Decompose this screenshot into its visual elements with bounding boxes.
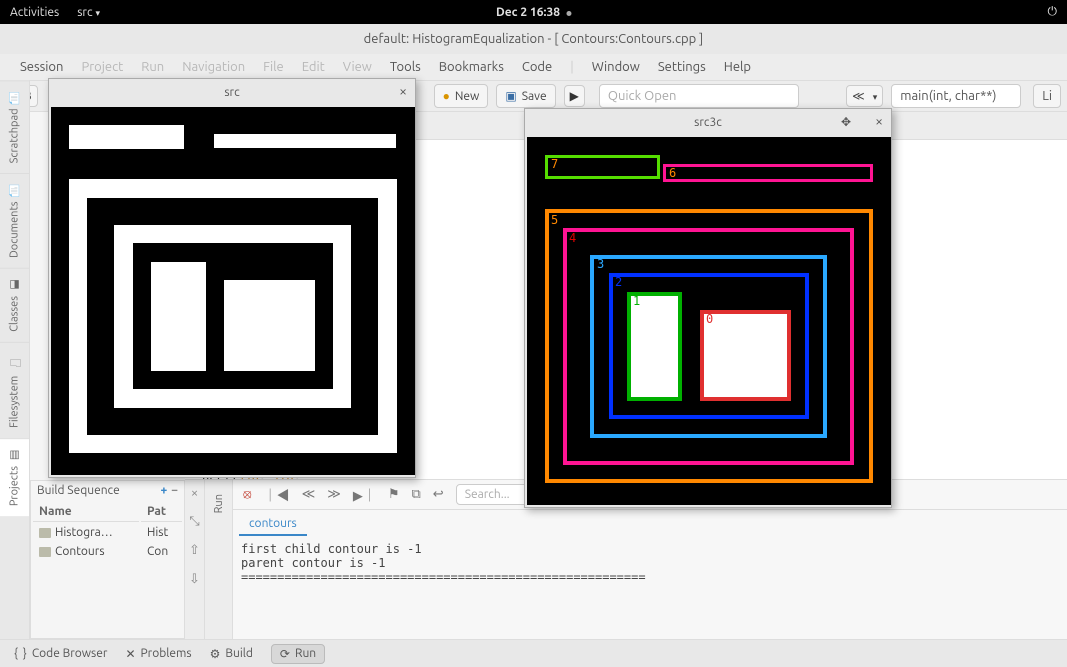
- menu-code[interactable]: Code: [522, 60, 552, 74]
- menu-settings[interactable]: Settings: [658, 60, 706, 74]
- system-tray[interactable]: ⏻: [1048, 5, 1058, 19]
- col-name[interactable]: Name: [33, 502, 139, 522]
- opencv-window-src3c[interactable]: src3c ✥ × 7 6 5 4 3 2 1 0: [524, 108, 892, 508]
- collapse-icon[interactable]: ⤡: [189, 514, 199, 529]
- run-side-tab[interactable]: Run: [211, 486, 227, 521]
- last-icon[interactable]: ▶｜: [353, 485, 376, 504]
- cv-canvas-src: [51, 107, 415, 475]
- folder-icon: [39, 528, 51, 538]
- menu-help[interactable]: Help: [724, 60, 751, 74]
- run-button[interactable]: ▶: [564, 85, 585, 107]
- close-icon[interactable]: ×: [875, 113, 883, 129]
- stop-icon[interactable]: ⦻: [243, 487, 252, 502]
- clock[interactable]: Dec 2 16:38: [496, 6, 571, 19]
- col-path[interactable]: Pat: [141, 502, 182, 522]
- side-documents[interactable]: Documents📄: [0, 173, 29, 268]
- quick-open-input[interactable]: Quick Open: [599, 84, 799, 108]
- output-tab[interactable]: contours: [239, 513, 307, 536]
- copy-icon[interactable]: ⧉: [411, 487, 420, 502]
- pin-icon[interactable]: ⚑: [388, 487, 400, 502]
- cv-title: src: [224, 86, 239, 99]
- table-row[interactable]: ContoursCon: [33, 543, 182, 560]
- menu-window[interactable]: Window: [592, 60, 640, 74]
- outline-toggle[interactable]: ≪: [846, 85, 883, 107]
- save-button[interactable]: ▣Save: [496, 84, 555, 108]
- side-scratchpad[interactable]: Scratchpad📄: [0, 80, 29, 173]
- status-bar: {} Code Browser ✕ Problems ⚙ Build ⟳ Run: [0, 639, 1067, 667]
- next-icon[interactable]: ≫: [327, 487, 341, 502]
- cv-canvas-src3c: 7 6 5 4 3 2 1 0: [527, 137, 891, 505]
- close-panel-icon[interactable]: ×: [191, 486, 198, 500]
- status-problems[interactable]: ✕ Problems: [125, 647, 191, 661]
- status-run[interactable]: ⟳ Run: [271, 644, 325, 664]
- menu-file[interactable]: File: [263, 60, 284, 74]
- menu-run[interactable]: Run: [141, 60, 164, 74]
- current-function[interactable]: main(int, char**): [891, 84, 1021, 108]
- left-dock: Scratchpad📄 Documents📄 Classes◧ Filesyst…: [0, 80, 30, 639]
- move-icon[interactable]: ✥: [841, 115, 851, 129]
- down-icon[interactable]: ⇩: [189, 572, 200, 587]
- build-sequence-panel: Build Sequence + − NamePat Histogra…Hist…: [30, 480, 185, 639]
- window-title: default: HistogramEqualization - [ Conto…: [0, 24, 1067, 54]
- gnome-top-bar: Activities src Dec 2 16:38 ⏻: [0, 0, 1067, 24]
- output-text: first child contour is -1 parent contour…: [233, 536, 1067, 590]
- first-icon[interactable]: ｜◀: [264, 485, 290, 504]
- app-menu[interactable]: src: [77, 6, 100, 19]
- build-sequence-title: Build Sequence: [37, 484, 120, 497]
- menu-tools[interactable]: Tools: [390, 60, 421, 74]
- menu-edit[interactable]: Edit: [302, 60, 325, 74]
- activities-button[interactable]: Activities: [10, 6, 59, 19]
- menu-project[interactable]: Project: [81, 60, 123, 74]
- menu-navigation[interactable]: Navigation: [182, 60, 245, 74]
- table-row[interactable]: Histogra…Hist: [33, 524, 182, 541]
- side-classes[interactable]: Classes◧: [0, 268, 29, 342]
- wrap-icon[interactable]: ↩: [433, 487, 444, 502]
- menubar: Session Project Run Navigation File Edit…: [0, 54, 1067, 80]
- network-icon: ⏻: [1048, 5, 1058, 19]
- close-icon[interactable]: ×: [399, 83, 407, 99]
- side-projects[interactable]: Projects▥: [0, 438, 29, 516]
- menu-bookmarks[interactable]: Bookmarks: [439, 60, 504, 74]
- opencv-window-src[interactable]: src ×: [48, 78, 416, 478]
- folder-icon: [39, 547, 51, 557]
- menu-view[interactable]: View: [343, 60, 372, 74]
- cv-title: src3c: [694, 116, 722, 129]
- menu-session[interactable]: Session: [20, 60, 63, 74]
- add-project-icon[interactable]: +: [160, 484, 167, 497]
- remove-project-icon[interactable]: −: [171, 484, 178, 497]
- up-icon[interactable]: ⇧: [189, 543, 200, 558]
- prev-icon[interactable]: ≪: [302, 487, 316, 502]
- status-build[interactable]: ⚙ Build: [210, 647, 253, 661]
- side-filesystem[interactable]: Filesystem🗀: [0, 342, 29, 438]
- new-button[interactable]: ●New: [434, 84, 489, 108]
- status-codebrowser[interactable]: {} Code Browser: [14, 647, 107, 660]
- outline-pane-toggle[interactable]: Li: [1033, 84, 1061, 108]
